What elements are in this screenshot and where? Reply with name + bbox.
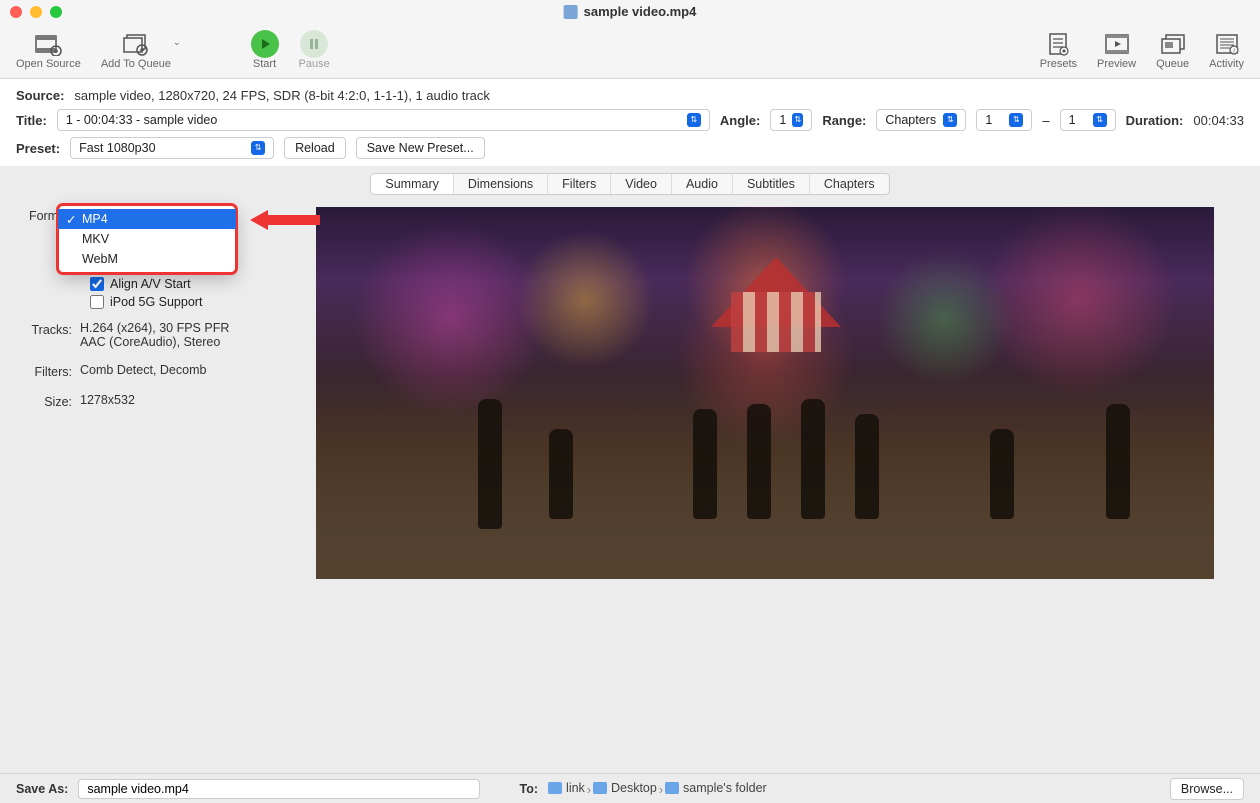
- folder-icon: [665, 782, 679, 794]
- presets-label: Presets: [1040, 58, 1077, 70]
- activity-button[interactable]: i Activity: [1199, 29, 1254, 72]
- folder-icon: [548, 782, 562, 794]
- preview-icon: [1103, 31, 1131, 57]
- title-select[interactable]: 1 - 00:04:33 - sample video ⇅: [57, 109, 710, 131]
- fullscreen-window-button[interactable]: [50, 6, 62, 18]
- film-open-icon: [34, 31, 62, 57]
- tab-subtitles[interactable]: Subtitles: [733, 174, 810, 194]
- title-label: Title:: [16, 113, 47, 128]
- open-source-button[interactable]: Open Source: [6, 29, 91, 72]
- queue-button[interactable]: Queue: [1146, 29, 1199, 72]
- to-label: To:: [520, 782, 539, 796]
- range-to-select[interactable]: 1 ⇅: [1060, 109, 1116, 131]
- breadcrumb-item[interactable]: link: [548, 781, 585, 795]
- tab-audio[interactable]: Audio: [672, 174, 733, 194]
- queue-add-icon: [122, 31, 150, 57]
- pause-icon: [300, 30, 328, 58]
- reload-button[interactable]: Reload: [284, 137, 346, 159]
- window-controls: [0, 6, 62, 18]
- range-mode-select[interactable]: Chapters ⇅: [876, 109, 966, 131]
- source-label: Source:: [16, 88, 64, 103]
- save-location-breadcrumb[interactable]: link›Desktop›sample's folder: [548, 781, 767, 797]
- pause-button[interactable]: Pause: [289, 29, 340, 72]
- title-select-value: 1 - 00:04:33 - sample video: [66, 113, 217, 127]
- updown-icon: ⇅: [792, 113, 803, 127]
- range-from-select[interactable]: 1 ⇅: [976, 109, 1032, 131]
- browse-button[interactable]: Browse...: [1170, 778, 1244, 800]
- footer: Save As: To: link›Desktop›sample's folde…: [0, 773, 1260, 803]
- filters-value: Comb Detect, Decomb: [80, 363, 296, 377]
- tracks-value: H.264 (x264), 30 FPS PFR AAC (CoreAudio)…: [80, 321, 296, 349]
- align-av-checkbox[interactable]: Align A/V Start: [88, 277, 296, 291]
- start-button[interactable]: Start: [241, 29, 289, 72]
- tab-filters[interactable]: Filters: [548, 174, 611, 194]
- filters-label: Filters:: [16, 363, 80, 379]
- document-icon: [564, 5, 578, 19]
- activity-icon: i: [1213, 31, 1241, 57]
- play-icon: [251, 30, 279, 58]
- breadcrumb-separator: ›: [657, 783, 665, 797]
- format-dropdown[interactable]: MP4MKVWebM: [58, 205, 236, 273]
- queue-label: Queue: [1156, 58, 1189, 70]
- format-option-mp4[interactable]: MP4: [58, 209, 236, 229]
- size-label: Size:: [16, 393, 80, 409]
- tab-chapters[interactable]: Chapters: [810, 174, 889, 194]
- save-new-preset-button[interactable]: Save New Preset...: [356, 137, 485, 159]
- updown-icon: ⇅: [687, 113, 701, 127]
- presets-button[interactable]: Presets: [1030, 29, 1087, 72]
- breadcrumb-separator: ›: [585, 783, 593, 797]
- source-value: sample video, 1280x720, 24 FPS, SDR (8-b…: [74, 88, 490, 103]
- updown-icon: ⇅: [251, 141, 265, 155]
- duration-label: Duration:: [1126, 113, 1184, 128]
- ipod-5g-checkbox[interactable]: iPod 5G Support: [88, 295, 296, 309]
- preview-label: Preview: [1097, 58, 1136, 70]
- add-to-queue-button[interactable]: Add To Queue ⌄: [91, 29, 191, 72]
- breadcrumb-item[interactable]: Desktop: [593, 781, 657, 795]
- updown-icon: ⇅: [1009, 113, 1023, 127]
- preview-button[interactable]: Preview: [1087, 29, 1146, 72]
- tracks-label: Tracks:: [16, 321, 80, 337]
- format-option-mkv[interactable]: MKV: [58, 229, 236, 249]
- folder-icon: [593, 782, 607, 794]
- info-panel: Source: sample video, 1280x720, 24 FPS, …: [0, 79, 1260, 167]
- close-window-button[interactable]: [10, 6, 22, 18]
- tab-dimensions[interactable]: Dimensions: [454, 174, 548, 194]
- size-value: 1278x532: [80, 393, 296, 407]
- format-option-webm[interactable]: WebM: [58, 249, 236, 269]
- save-as-input[interactable]: [78, 779, 479, 799]
- annotation-arrow: [250, 207, 320, 233]
- preset-label: Preset:: [16, 141, 60, 156]
- breadcrumb-item[interactable]: sample's folder: [665, 781, 767, 795]
- tabbar: SummaryDimensionsFiltersVideoAudioSubtit…: [16, 173, 1244, 195]
- tab-video[interactable]: Video: [611, 174, 672, 194]
- activity-label: Activity: [1209, 58, 1244, 70]
- presets-icon: [1044, 31, 1072, 57]
- toolbar: Open Source Add To Queue ⌄ Start Pause P…: [0, 23, 1260, 79]
- add-to-queue-label: Add To Queue: [101, 58, 171, 70]
- save-as-label: Save As:: [16, 782, 68, 796]
- range-label: Range:: [822, 113, 866, 128]
- open-source-label: Open Source: [16, 58, 81, 70]
- range-sep: –: [1042, 113, 1049, 128]
- preset-select[interactable]: Fast 1080p30 ⇅: [70, 137, 274, 159]
- updown-icon: ⇅: [1093, 113, 1107, 127]
- pause-label: Pause: [299, 58, 330, 70]
- window-titlebar: sample video.mp4: [0, 0, 1260, 23]
- tab-summary[interactable]: Summary: [371, 174, 453, 194]
- updown-icon: ⇅: [943, 113, 957, 127]
- chevron-down-icon[interactable]: ⌄: [171, 31, 181, 48]
- angle-select[interactable]: 1 ⇅: [770, 109, 812, 131]
- duration-value: 00:04:33: [1193, 113, 1244, 128]
- window-title: sample video.mp4: [584, 4, 697, 19]
- queue-icon: [1159, 31, 1187, 57]
- angle-label: Angle:: [720, 113, 760, 128]
- start-label: Start: [253, 58, 276, 70]
- video-preview: [316, 207, 1214, 579]
- minimize-window-button[interactable]: [30, 6, 42, 18]
- main-content: SummaryDimensionsFiltersVideoAudioSubtit…: [0, 167, 1260, 777]
